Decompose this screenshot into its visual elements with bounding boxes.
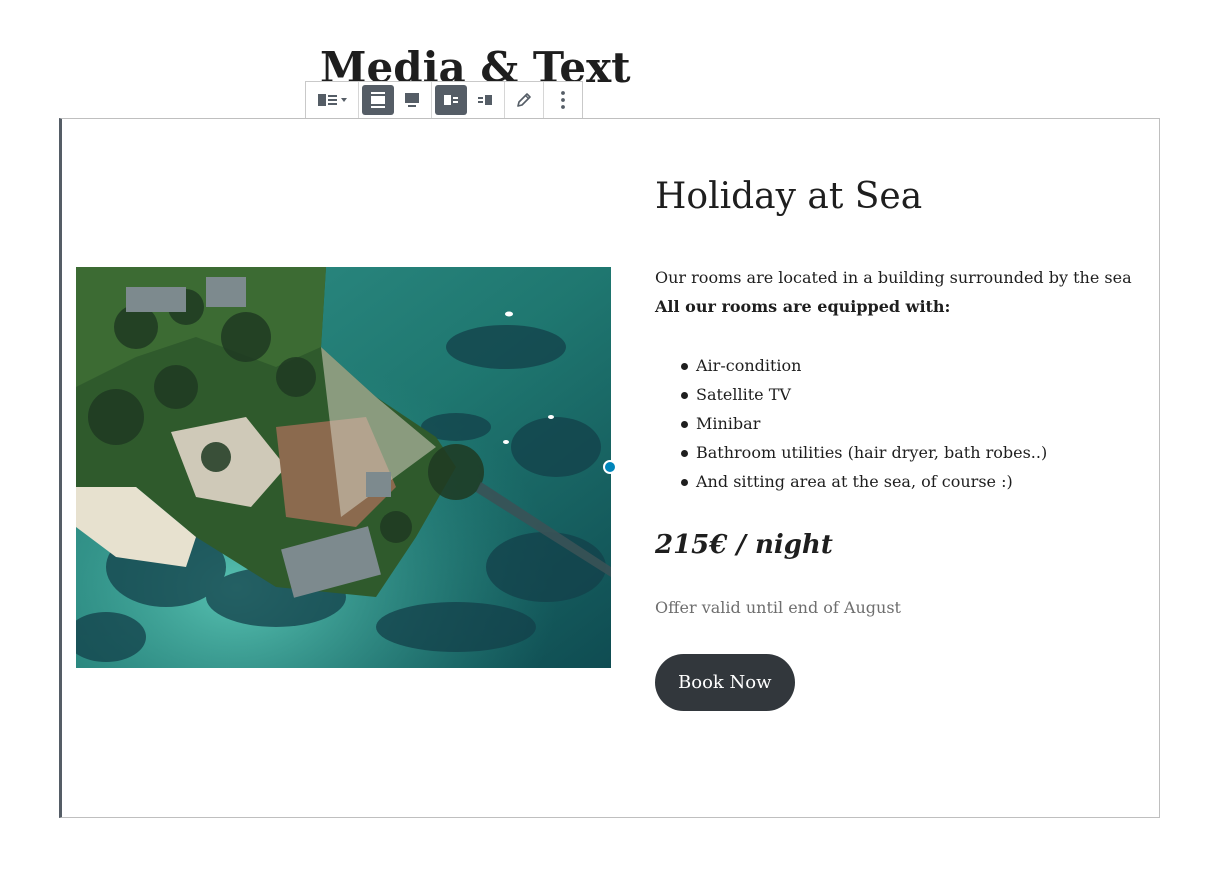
list-item: Air-condition (680, 351, 1047, 380)
intro-line: Our rooms are located in a building surr… (655, 268, 1132, 287)
toolbar-group-more (544, 82, 582, 118)
edit-pencil-icon (517, 93, 531, 107)
list-item: And sitting area at the sea, of course :… (680, 467, 1047, 496)
amenities-list[interactable]: Air-condition Satellite TV Minibar Bathr… (655, 351, 1047, 496)
toolbar-group-alignment (359, 82, 432, 118)
align-full-button[interactable] (396, 85, 428, 115)
list-item: Bathroom utilities (hair dryer, bath rob… (680, 438, 1047, 467)
text-column: Holiday at Sea Our rooms are located in … (655, 170, 1135, 711)
offer-note[interactable]: Offer valid until end of August (655, 596, 901, 620)
book-now-button[interactable]: Book Now (655, 654, 795, 711)
content-heading[interactable]: Holiday at Sea (655, 170, 1135, 224)
media-image[interactable] (76, 267, 611, 668)
media-right-icon (478, 95, 492, 105)
align-full-icon (405, 93, 419, 107)
more-options-button[interactable] (547, 85, 579, 115)
toolbar-group-edit (505, 82, 544, 118)
toolbar-group-media-position (432, 82, 505, 118)
block-type-icon (318, 94, 347, 106)
list-item: Minibar (680, 409, 1047, 438)
media-left-button[interactable] (435, 85, 467, 115)
more-options-icon (561, 91, 565, 109)
edit-media-button[interactable] (508, 85, 540, 115)
media-right-button[interactable] (469, 85, 501, 115)
change-block-type-button[interactable] (309, 85, 355, 115)
price[interactable]: 215€ / night (655, 525, 833, 565)
toolbar-group-block-type (306, 82, 359, 118)
intro-paragraph[interactable]: Our rooms are located in a building surr… (655, 263, 1132, 321)
equipped-label: All our rooms are equipped with: (655, 297, 951, 316)
list-item: Satellite TV (680, 380, 1047, 409)
align-wide-icon (371, 92, 385, 108)
resize-handle[interactable] (603, 460, 617, 474)
align-wide-button[interactable] (362, 85, 394, 115)
aerial-sea-photo (76, 267, 611, 668)
media-left-icon (444, 95, 458, 105)
dropdown-caret-icon (341, 98, 347, 102)
block-toolbar (305, 81, 583, 118)
